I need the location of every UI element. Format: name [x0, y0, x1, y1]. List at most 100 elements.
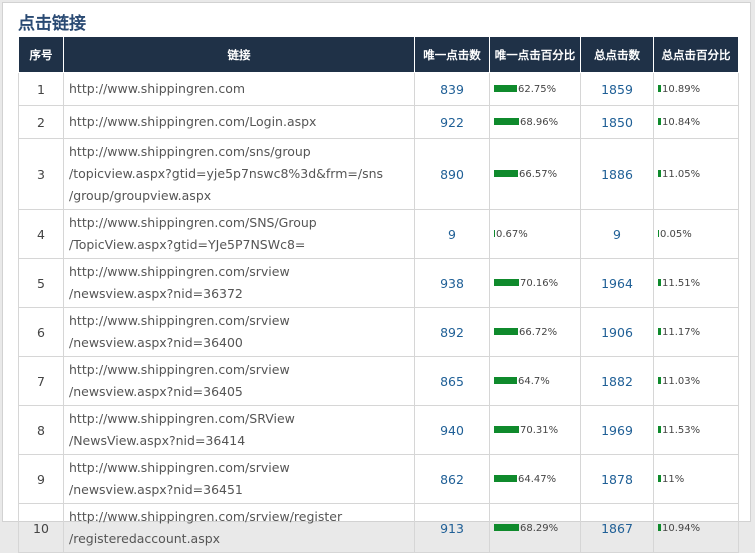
- header-unique-clicks: 唯一点击数: [414, 36, 490, 73]
- link-text-line[interactable]: http://www.shippingren.com/SNS/Group: [69, 212, 409, 234]
- unique-clicks-value: 839: [414, 72, 490, 106]
- unique-clicks-value: 913: [414, 503, 490, 553]
- table-body: 1 http://www.shippingren.com 839 62.75% 1859…: [18, 72, 739, 553]
- link-text-line[interactable]: http://www.shippingren.com/srview/regist…: [69, 506, 409, 528]
- table-row: 7 http://www.shippingren.com/srview/newsv…: [18, 356, 739, 406]
- total-percent-cell: 11.17%: [653, 307, 739, 357]
- row-index: 10: [18, 503, 64, 553]
- row-index: 3: [18, 138, 64, 210]
- unique-clicks-value: 892: [414, 307, 490, 357]
- row-index: 2: [18, 105, 64, 139]
- total-percent-cell: 11.05%: [653, 138, 739, 210]
- unique-percent-bar: [494, 85, 517, 92]
- total-percent-text: 10.89%: [662, 83, 701, 95]
- page-title: 点击链接: [18, 14, 86, 34]
- total-percent-bar: [658, 426, 661, 433]
- table-row: 3 http://www.shippingren.com/sns/group/to…: [18, 138, 739, 210]
- unique-percent-bar: [494, 170, 518, 177]
- unique-percent-text: 62.75%: [518, 83, 557, 95]
- total-percent-text: 11.53%: [662, 424, 701, 436]
- row-index: 6: [18, 307, 64, 357]
- click-links-table: 序号 链接 唯一点击数 唯一点击百分比 总点击数 总点击百分比 1 http://…: [18, 36, 739, 553]
- link-text-line[interactable]: http://www.shippingren.com/srview: [69, 457, 409, 479]
- unique-percent-cell: 64.7%: [489, 356, 581, 406]
- row-index: 9: [18, 454, 64, 504]
- link-text-line[interactable]: /newsview.aspx?nid=36451: [69, 479, 409, 501]
- unique-clicks-value: 865: [414, 356, 490, 406]
- unique-percent-cell: 62.75%: [489, 72, 581, 106]
- link-cell: http://www.shippingren.com/srview/regist…: [63, 503, 415, 553]
- total-clicks-value: 9: [580, 209, 654, 259]
- table-row: 4 http://www.shippingren.com/SNS/Group/To…: [18, 209, 739, 259]
- link-text-line[interactable]: http://www.shippingren.com/sns/group: [69, 141, 409, 163]
- total-percent-cell: 11%: [653, 454, 739, 504]
- unique-clicks-value: 9: [414, 209, 490, 259]
- unique-percent-text: 66.57%: [519, 168, 558, 180]
- link-cell: http://www.shippingren.com/SNS/Group/Top…: [63, 209, 415, 259]
- link-text-line[interactable]: /group/groupview.aspx: [69, 185, 409, 207]
- total-percent-cell: 10.94%: [653, 503, 739, 553]
- link-cell: http://www.shippingren.com/Login.aspx: [63, 105, 415, 139]
- total-clicks-value: 1867: [580, 503, 654, 553]
- unique-percent-cell: 66.57%: [489, 138, 581, 210]
- total-percent-cell: 11.03%: [653, 356, 739, 406]
- total-clicks-value: 1859: [580, 72, 654, 106]
- link-cell: http://www.shippingren.com: [63, 72, 415, 106]
- link-text-line[interactable]: http://www.shippingren.com/SRView: [69, 408, 409, 430]
- header-index: 序号: [18, 36, 64, 73]
- link-cell: http://www.shippingren.com/srview/newsvi…: [63, 356, 415, 406]
- total-clicks-value: 1878: [580, 454, 654, 504]
- link-text-line[interactable]: /newsview.aspx?nid=36405: [69, 381, 409, 403]
- link-text-line[interactable]: http://www.shippingren.com/Login.aspx: [69, 111, 409, 133]
- table-row: 10 http://www.shippingren.com/srview/regi…: [18, 503, 739, 553]
- unique-percent-bar: [494, 118, 519, 125]
- link-text-line[interactable]: /NewsView.aspx?nid=36414: [69, 430, 409, 452]
- table-row: 5 http://www.shippingren.com/srview/newsv…: [18, 258, 739, 308]
- unique-percent-text: 66.72%: [519, 326, 558, 338]
- table-row: 2 http://www.shippingren.com/Login.aspx 92…: [18, 105, 739, 139]
- table-row: 6 http://www.shippingren.com/srview/newsv…: [18, 307, 739, 357]
- total-percent-text: 11.03%: [662, 375, 701, 387]
- unique-percent-text: 64.7%: [518, 375, 550, 387]
- unique-percent-cell: 0.67%: [489, 209, 581, 259]
- link-text-line[interactable]: /topicview.aspx?gtid=yje5p7nswc8%3d&frm=…: [69, 163, 409, 185]
- unique-percent-bar: [494, 230, 495, 237]
- unique-percent-cell: 68.29%: [489, 503, 581, 553]
- total-percent-cell: 11.53%: [653, 405, 739, 455]
- total-percent-cell: 11.51%: [653, 258, 739, 308]
- link-cell: http://www.shippingren.com/srview/newsvi…: [63, 258, 415, 308]
- row-index: 1: [18, 72, 64, 106]
- total-percent-bar: [658, 279, 661, 286]
- link-text-line[interactable]: /registeredaccount.aspx: [69, 528, 409, 550]
- unique-percent-bar: [494, 475, 517, 482]
- unique-clicks-value: 890: [414, 138, 490, 210]
- total-percent-text: 11.17%: [662, 326, 701, 338]
- header-total-percent: 总点击百分比: [653, 36, 739, 73]
- unique-percent-cell: 68.96%: [489, 105, 581, 139]
- header-unique-percent: 唯一点击百分比: [489, 36, 581, 73]
- total-percent-cell: 10.89%: [653, 72, 739, 106]
- unique-percent-text: 0.67%: [496, 228, 528, 240]
- total-percent-bar: [658, 328, 661, 335]
- unique-percent-bar: [494, 279, 519, 286]
- link-text-line[interactable]: /TopicView.aspx?gtid=YJe5P7NSWc8=: [69, 234, 409, 256]
- table-header-row: 序号 链接 唯一点击数 唯一点击百分比 总点击数 总点击百分比: [18, 36, 739, 73]
- link-text-line[interactable]: http://www.shippingren.com/srview: [69, 359, 409, 381]
- link-text-line[interactable]: http://www.shippingren.com/srview: [69, 261, 409, 283]
- total-percent-bar: [658, 85, 661, 92]
- table-row: 8 http://www.shippingren.com/SRView/NewsV…: [18, 405, 739, 455]
- total-clicks-value: 1906: [580, 307, 654, 357]
- link-text-line[interactable]: /newsview.aspx?nid=36372: [69, 283, 409, 305]
- total-clicks-value: 1964: [580, 258, 654, 308]
- link-text-line[interactable]: /newsview.aspx?nid=36400: [69, 332, 409, 354]
- link-text-line[interactable]: http://www.shippingren.com: [69, 78, 409, 100]
- header-total-clicks: 总点击数: [580, 36, 654, 73]
- total-percent-text: 11%: [662, 473, 685, 485]
- unique-percent-cell: 66.72%: [489, 307, 581, 357]
- total-percent-bar: [658, 118, 661, 125]
- link-text-line[interactable]: http://www.shippingren.com/srview: [69, 310, 409, 332]
- unique-clicks-value: 938: [414, 258, 490, 308]
- unique-percent-text: 68.29%: [520, 522, 559, 534]
- row-index: 5: [18, 258, 64, 308]
- click-links-panel: 点击链接 序号 链接 唯一点击数 唯一点击百分比 总点击数 总点击百分比 1 ht…: [2, 2, 751, 553]
